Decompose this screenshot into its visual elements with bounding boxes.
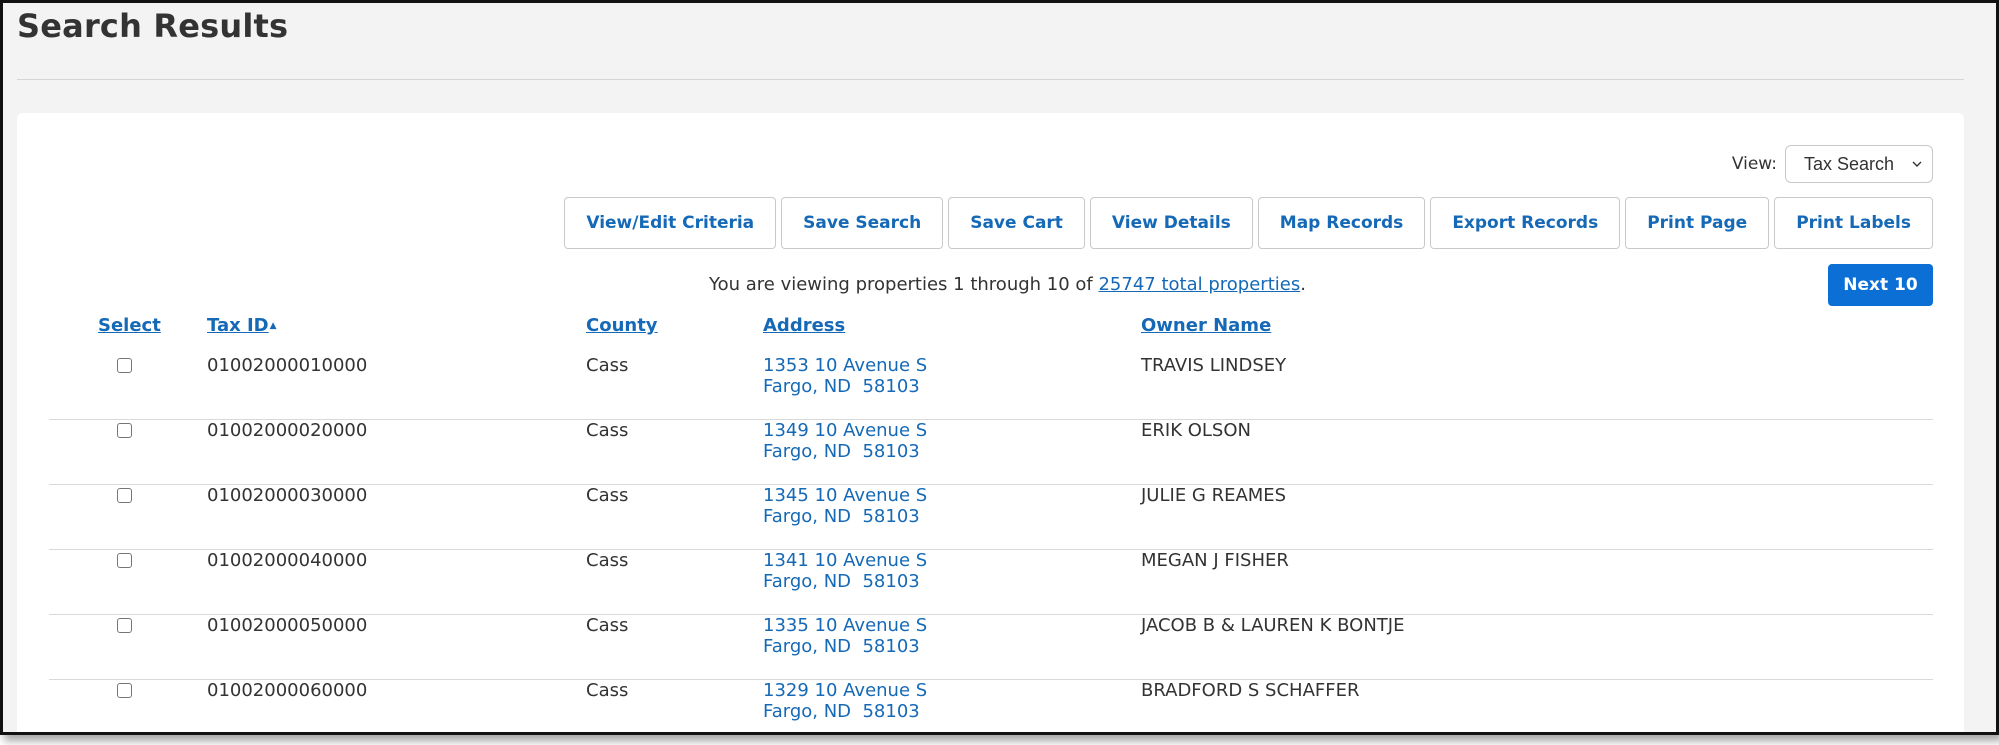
tax-id-cell: 01002000010000	[207, 355, 368, 376]
row-select-checkbox[interactable]	[117, 423, 132, 438]
table-row: 01002000010000 Cass 1353 10 Avenue S Farg…	[49, 355, 1933, 419]
search-results-window: Search Results View: Tax Search View/Edi…	[0, 0, 1999, 735]
address-line-1: 1341 10 Avenue S	[763, 550, 928, 571]
print-labels-button[interactable]: Print Labels	[1774, 197, 1933, 249]
owner-name-cell: TRAVIS LINDSEY	[1141, 355, 1287, 376]
owner-name-cell: BRADFORD S SCHAFFER	[1141, 680, 1360, 701]
save-search-button[interactable]: Save Search	[781, 197, 944, 249]
sort-ascending-icon: ▲	[269, 321, 277, 331]
address-link[interactable]: 1341 10 Avenue S Fargo, ND 58103	[763, 550, 927, 592]
address-line-1: 1345 10 Avenue S	[763, 485, 928, 506]
county-cell: Cass	[586, 550, 629, 571]
tax-id-cell: 01002000060000	[207, 680, 368, 701]
column-header-tax-id-label: Tax ID	[207, 315, 269, 336]
view-selector-row: View: Tax Search	[1732, 145, 1933, 183]
address-line-2: Fargo, ND 58103	[763, 701, 920, 722]
table-row: 01002000040000 Cass 1341 10 Avenue S Farg…	[49, 549, 1933, 614]
view-select-value: Tax Search	[1804, 153, 1895, 174]
row-select-checkbox[interactable]	[117, 553, 132, 568]
owner-name-cell: JACOB B & LAUREN K BONTJE	[1141, 615, 1405, 636]
address-line-2: Fargo, ND 58103	[763, 571, 920, 592]
view-select[interactable]: Tax Search	[1785, 145, 1933, 183]
summary-suffix: .	[1300, 274, 1306, 295]
owner-name-cell: JULIE G REAMES	[1141, 485, 1287, 506]
row-select-checkbox[interactable]	[117, 618, 132, 633]
address-line-1: 1335 10 Avenue S	[763, 615, 928, 636]
tax-id-cell: 01002000020000	[207, 420, 368, 441]
map-records-button[interactable]: Map Records	[1257, 197, 1426, 249]
row-select-checkbox[interactable]	[117, 488, 132, 503]
summary-prefix: You are viewing properties 1 through 10 …	[709, 274, 1099, 295]
owner-name-cell: ERIK OLSON	[1141, 420, 1251, 441]
page-title: Search Results	[17, 7, 289, 45]
next-page-button[interactable]: Next 10	[1828, 264, 1933, 306]
address-line-2: Fargo, ND 58103	[763, 506, 920, 527]
column-header-owner-name[interactable]: Owner Name	[1141, 315, 1271, 336]
toolbar: View/Edit Criteria Save Search Save Cart…	[564, 197, 1933, 249]
row-select-checkbox[interactable]	[117, 358, 132, 373]
address-line-2: Fargo, ND 58103	[763, 441, 920, 462]
chevron-down-icon	[1912, 161, 1922, 167]
table-row: 01002000060000 Cass 1329 10 Avenue S Farg…	[49, 679, 1933, 732]
county-cell: Cass	[586, 615, 629, 636]
tax-id-cell: 01002000040000	[207, 550, 368, 571]
address-line-2: Fargo, ND 58103	[763, 376, 920, 397]
table-row: 01002000020000 Cass 1349 10 Avenue S Farg…	[49, 419, 1933, 484]
column-header-tax-id[interactable]: Tax ID▲	[207, 315, 277, 336]
address-line-1: 1349 10 Avenue S	[763, 420, 928, 441]
view-label: View:	[1731, 154, 1777, 174]
column-header-address[interactable]: Address	[763, 315, 845, 336]
title-divider	[17, 79, 1964, 80]
table-row: 01002000030000 Cass 1345 10 Avenue S Farg…	[49, 484, 1933, 549]
tax-id-cell: 01002000030000	[207, 485, 368, 506]
results-panel: View: Tax Search View/Edit Criteria Save…	[17, 113, 1964, 732]
export-records-button[interactable]: Export Records	[1430, 197, 1621, 249]
save-cart-button[interactable]: Save Cart	[948, 197, 1085, 249]
column-header-county[interactable]: County	[586, 315, 658, 336]
column-header-select[interactable]: Select	[98, 315, 161, 336]
table-row: 01002000050000 Cass 1335 10 Avenue S Farg…	[49, 614, 1933, 679]
address-link[interactable]: 1335 10 Avenue S Fargo, ND 58103	[763, 615, 927, 657]
address-line-1: 1329 10 Avenue S	[763, 680, 928, 701]
total-properties-link[interactable]: 25747 total properties	[1098, 274, 1300, 295]
address-link[interactable]: 1345 10 Avenue S Fargo, ND 58103	[763, 485, 927, 527]
tax-id-cell: 01002000050000	[207, 615, 368, 636]
county-cell: Cass	[586, 355, 629, 376]
view-details-button[interactable]: View Details	[1089, 197, 1253, 249]
print-page-button[interactable]: Print Page	[1625, 197, 1770, 249]
owner-name-cell: MEGAN J FISHER	[1141, 550, 1289, 571]
address-link[interactable]: 1353 10 Avenue S Fargo, ND 58103	[763, 355, 927, 397]
view-edit-criteria-button[interactable]: View/Edit Criteria	[564, 197, 777, 249]
address-line-1: 1353 10 Avenue S	[763, 355, 928, 376]
results-summary: You are viewing properties 1 through 10 …	[709, 274, 1306, 295]
county-cell: Cass	[586, 420, 629, 441]
row-select-checkbox[interactable]	[117, 683, 132, 698]
address-line-2: Fargo, ND 58103	[763, 636, 920, 657]
county-cell: Cass	[586, 680, 629, 701]
county-cell: Cass	[586, 485, 629, 506]
address-link[interactable]: 1329 10 Avenue S Fargo, ND 58103	[763, 680, 927, 722]
address-link[interactable]: 1349 10 Avenue S Fargo, ND 58103	[763, 420, 927, 462]
results-table: 01002000010000 Cass 1353 10 Avenue S Farg…	[49, 355, 1933, 732]
